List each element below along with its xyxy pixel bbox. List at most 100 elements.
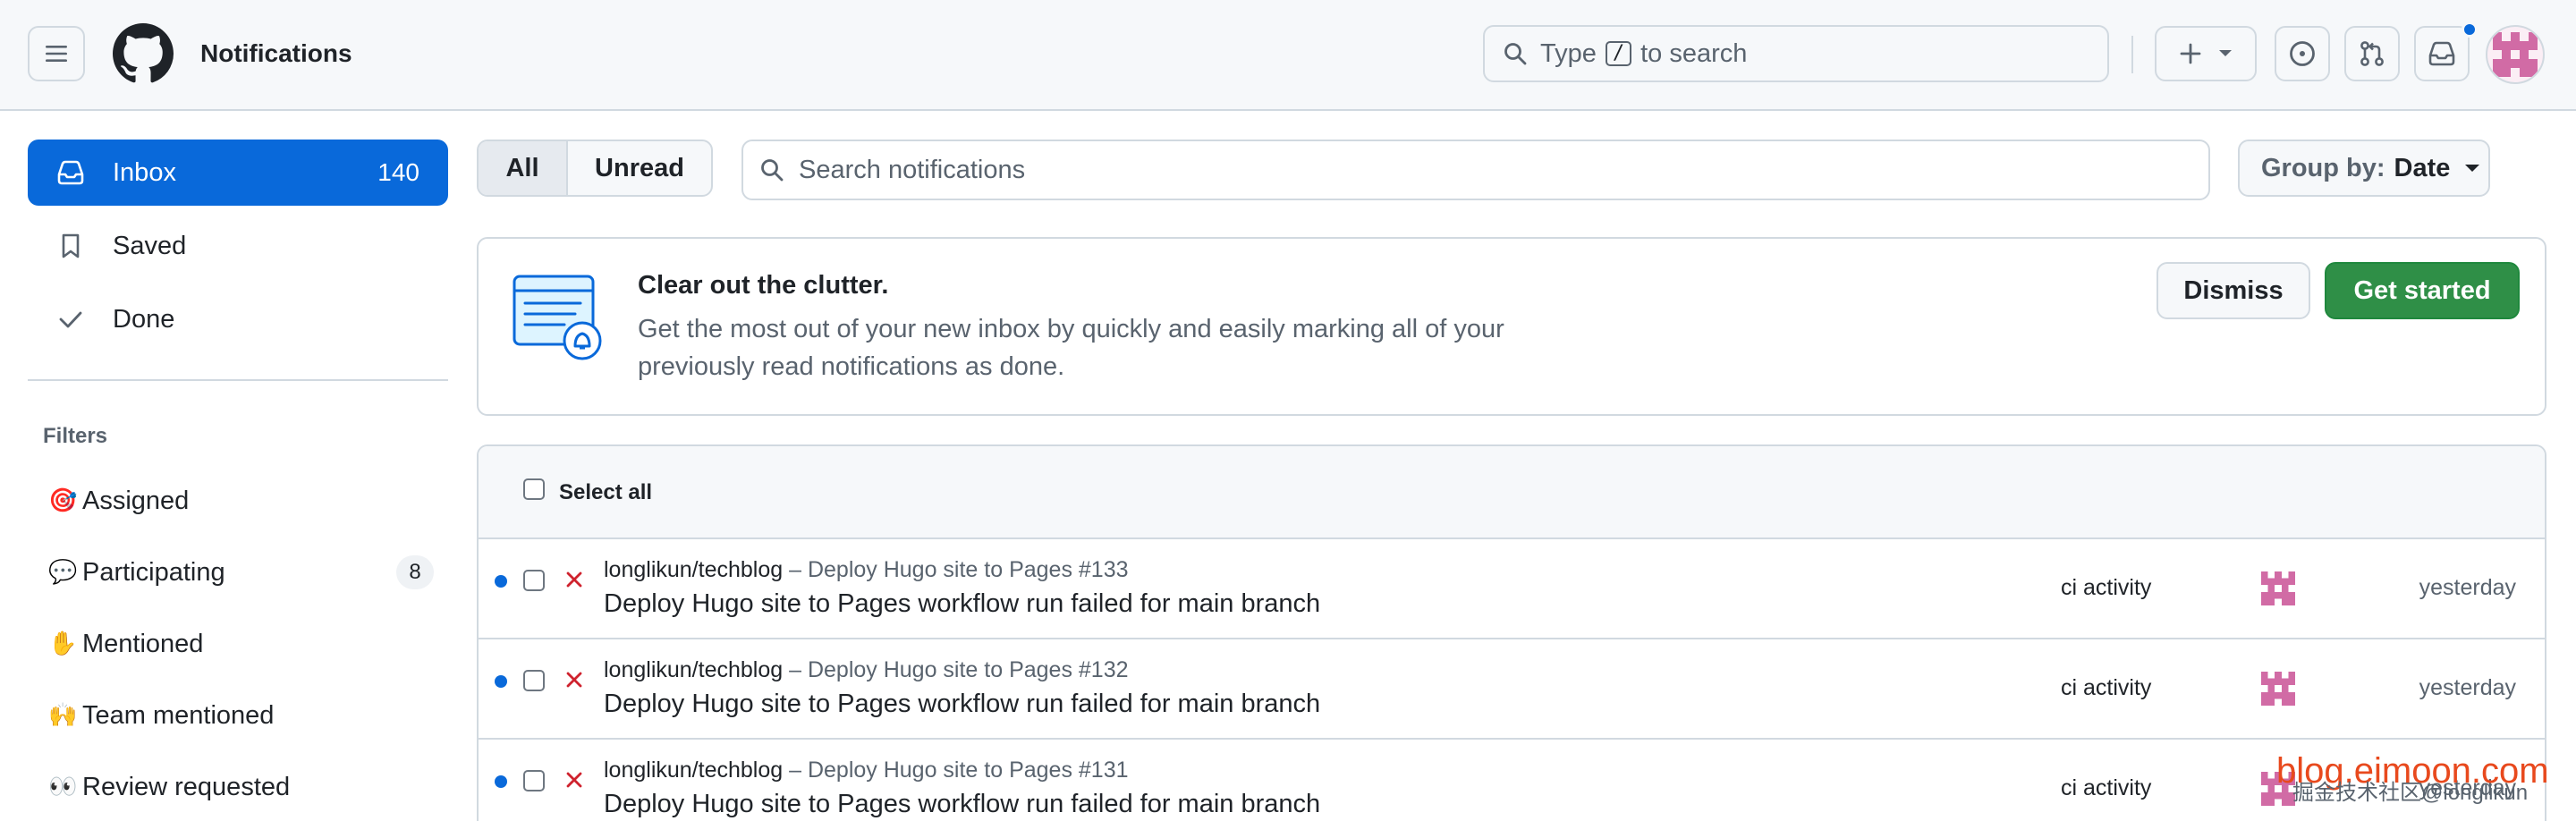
notification-reason: ci activity — [2061, 775, 2152, 800]
pull-requests-button[interactable] — [2344, 26, 2400, 81]
notification-title[interactable]: Deploy Hugo site to Pages workflow run f… — [604, 790, 1320, 819]
meta-separator: – — [783, 758, 808, 783]
notifications-search-input[interactable]: Search notifications — [741, 140, 2210, 200]
watermark-subtext: 掘金技术社区@longlikun — [2292, 781, 2529, 805]
search-placeholder: Search notifications — [799, 155, 1026, 184]
list-header: Select all — [479, 446, 2545, 539]
search-icon — [1503, 41, 1528, 66]
caret-down-icon — [2219, 50, 2232, 56]
unread-dot — [495, 575, 507, 588]
notification-time: yesterday — [2419, 575, 2516, 600]
git-pull-request-icon — [2360, 41, 2384, 66]
banner-title: Clear out the clutter. — [638, 271, 889, 300]
workflow-ref: Deploy Hugo site to Pages #133 — [807, 557, 1129, 582]
sidebar-item-label: Saved — [113, 231, 187, 260]
eyes-emoji-icon: 👀 — [48, 774, 78, 800]
filter-label: Review requested — [82, 772, 291, 801]
row-checkbox[interactable] — [523, 570, 545, 591]
page-title: Notifications — [200, 39, 352, 67]
sidebar-item-label: Done — [113, 304, 175, 334]
workflow-failed-x-icon — [564, 670, 584, 690]
meta-separator: – — [783, 657, 808, 682]
bookmark-icon — [55, 233, 86, 259]
filter-review-requested[interactable]: 👀 Review requested — [28, 758, 448, 817]
target-emoji-icon: 🎯 — [48, 487, 78, 514]
row-checkbox[interactable] — [523, 770, 545, 791]
notification-meta: longlikun/techblog – Deploy Hugo site to… — [604, 657, 1129, 683]
filters-heading: Filters — [43, 424, 108, 448]
tab-unread[interactable]: Unread — [568, 141, 711, 195]
repo-name[interactable]: longlikun/techblog — [604, 758, 783, 783]
dismiss-button[interactable]: Dismiss — [2157, 262, 2310, 319]
plus-icon — [2180, 43, 2201, 64]
sidebar-item-inbox[interactable]: Inbox 140 — [28, 140, 448, 206]
notification-reason: ci activity — [2061, 675, 2152, 700]
check-icon — [55, 309, 86, 329]
notification-reason: ci activity — [2061, 575, 2152, 600]
sidebar-item-saved[interactable]: Saved — [28, 213, 448, 279]
read-filter-segmented-control: All Unread — [477, 140, 713, 197]
repo-name[interactable]: longlikun/techblog — [604, 657, 783, 682]
app-header: Notifications Type / to search — [0, 0, 2576, 111]
filter-mentioned[interactable]: ✋ Mentioned — [28, 614, 448, 673]
get-started-button[interactable]: Get started — [2325, 262, 2520, 319]
search-shortcut-key: / — [1605, 41, 1632, 66]
raised-hand-emoji-icon: ✋ — [48, 631, 78, 657]
user-avatar[interactable] — [2486, 25, 2545, 84]
inbox-button[interactable] — [2414, 26, 2470, 81]
notification-row[interactable]: longlikun/techblog – Deploy Hugo site to… — [479, 539, 2545, 639]
sidebar-divider — [28, 379, 448, 381]
notification-meta: longlikun/techblog – Deploy Hugo site to… — [604, 758, 1129, 783]
participating-count-badge: 8 — [396, 555, 434, 589]
notification-row[interactable]: longlikun/techblog – Deploy Hugo site to… — [479, 740, 2545, 821]
menu-button[interactable] — [28, 26, 85, 81]
tab-all[interactable]: All — [479, 141, 568, 195]
repo-name[interactable]: longlikun/techblog — [604, 557, 783, 582]
issues-button[interactable] — [2275, 26, 2330, 81]
banner-description: Get the most out of your new inbox by qu… — [638, 315, 1504, 381]
group-by-label: Group by: — [2261, 153, 2385, 182]
filter-participating[interactable]: 💬 Participating 8 — [28, 543, 448, 602]
create-new-button[interactable] — [2155, 26, 2257, 81]
search-hint-prefix: Type — [1540, 38, 1597, 68]
github-logo-icon[interactable] — [113, 23, 174, 84]
filter-label: Assigned — [82, 486, 190, 515]
notification-row[interactable]: longlikun/techblog – Deploy Hugo site to… — [479, 639, 2545, 740]
filter-label: Mentioned — [82, 629, 204, 658]
raising-hands-emoji-icon: 🙌 — [48, 702, 78, 729]
workflow-failed-x-icon — [564, 570, 584, 589]
inbox-icon — [2428, 41, 2455, 66]
sidebar-item-label: Inbox — [113, 157, 176, 187]
identicon-icon — [2261, 672, 2295, 706]
unread-indicator-dot — [2462, 21, 2478, 38]
select-all-checkbox[interactable] — [523, 478, 545, 500]
issue-opened-icon — [2290, 41, 2315, 66]
notifications-list: Select all longlikun/techblog – Deploy H… — [477, 444, 2546, 821]
search-icon — [759, 157, 784, 182]
workflow-failed-x-icon — [564, 770, 584, 790]
notification-time: yesterday — [2419, 675, 2516, 700]
notification-title[interactable]: Deploy Hugo site to Pages workflow run f… — [604, 589, 1320, 619]
workflow-ref: Deploy Hugo site to Pages #131 — [807, 758, 1129, 783]
caret-down-icon — [2464, 164, 2480, 174]
speech-bubble-emoji-icon: 💬 — [48, 559, 78, 586]
identicon-icon — [2493, 32, 2538, 77]
unread-dot — [495, 675, 507, 688]
inbox-count: 140 — [377, 158, 419, 186]
group-by-dropdown[interactable]: Group by: Date — [2238, 140, 2490, 197]
workflow-ref: Deploy Hugo site to Pages #132 — [807, 657, 1129, 682]
inbox-icon — [55, 159, 86, 186]
inbox-illustration-icon — [513, 275, 606, 364]
hamburger-icon — [46, 46, 67, 62]
sidebar-item-done[interactable]: Done — [28, 286, 448, 352]
filter-label: Team mentioned — [82, 700, 275, 730]
select-all-label[interactable]: Select all — [559, 480, 652, 505]
row-checkbox[interactable] — [523, 670, 545, 691]
onboarding-banner: Clear out the clutter. Get the most out … — [477, 237, 2546, 416]
notification-title[interactable]: Deploy Hugo site to Pages workflow run f… — [604, 690, 1320, 719]
global-search-input[interactable]: Type / to search — [1483, 25, 2109, 82]
group-by-value: Date — [2394, 153, 2451, 182]
search-hint-suffix: to search — [1640, 38, 1748, 68]
filter-assigned[interactable]: 🎯 Assigned — [28, 471, 448, 530]
filter-team-mentioned[interactable]: 🙌 Team mentioned — [28, 686, 448, 745]
